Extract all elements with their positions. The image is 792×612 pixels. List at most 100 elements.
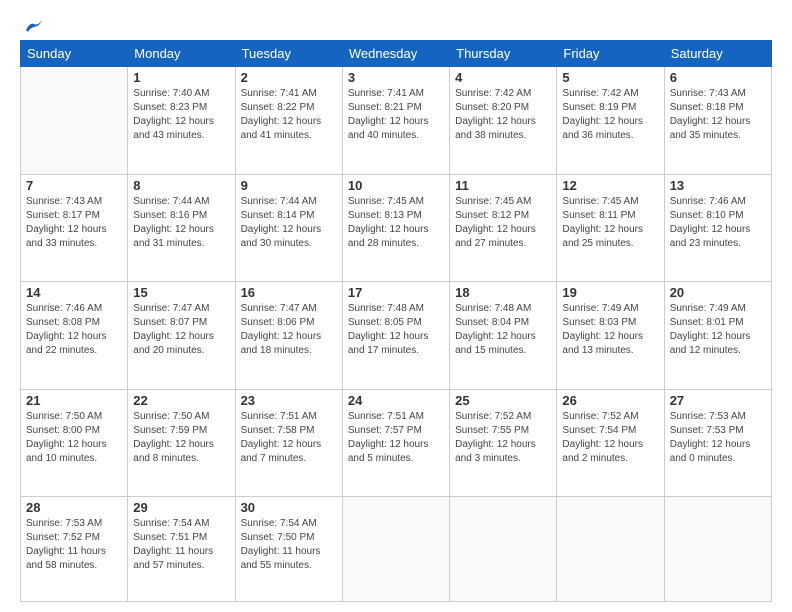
header-row: SundayMondayTuesdayWednesdayThursdayFrid… — [21, 41, 772, 67]
calendar-cell: 8Sunrise: 7:44 AM Sunset: 8:16 PM Daylig… — [128, 174, 235, 282]
col-header-sunday: Sunday — [21, 41, 128, 67]
day-info: Sunrise: 7:49 AM Sunset: 8:01 PM Dayligh… — [670, 302, 766, 358]
calendar-cell — [21, 67, 128, 175]
col-header-friday: Friday — [557, 41, 664, 67]
day-info: Sunrise: 7:48 AM Sunset: 8:05 PM Dayligh… — [348, 302, 444, 358]
day-info: Sunrise: 7:41 AM Sunset: 8:21 PM Dayligh… — [348, 87, 444, 143]
day-number: 2 — [241, 70, 337, 85]
day-number: 17 — [348, 285, 444, 300]
day-info: Sunrise: 7:51 AM Sunset: 7:57 PM Dayligh… — [348, 410, 444, 466]
calendar-cell: 23Sunrise: 7:51 AM Sunset: 7:58 PM Dayli… — [235, 389, 342, 497]
day-number: 16 — [241, 285, 337, 300]
calendar-cell: 21 Sunrise: 7:50 AM Sunset: 8:00 PM Dayli… — [21, 389, 128, 497]
day-info: Sunrise: 7:50 AM Sunset: 7:59 PM Dayligh… — [133, 410, 229, 466]
day-info: Sunrise: 7:52 AM Sunset: 7:55 PM Dayligh… — [455, 410, 551, 466]
calendar-cell: 3 Sunrise: 7:41 AM Sunset: 8:21 PM Daylig… — [342, 67, 449, 175]
week-row-4: 21 Sunrise: 7:50 AM Sunset: 8:00 PM Dayli… — [21, 389, 772, 497]
col-header-wednesday: Wednesday — [342, 41, 449, 67]
calendar-cell: 20 Sunrise: 7:49 AM Sunset: 8:01 PM Dayli… — [664, 282, 771, 390]
day-number: 10 — [348, 178, 444, 193]
day-info: Sunrise: 7:45 AM Sunset: 8:13 PM Dayligh… — [348, 195, 444, 251]
calendar-cell — [664, 497, 771, 602]
day-info: Sunrise: 7:51 AM Sunset: 7:58 PM Dayligh… — [241, 410, 337, 466]
calendar-cell — [557, 497, 664, 602]
col-header-saturday: Saturday — [664, 41, 771, 67]
day-number: 11 — [455, 178, 551, 193]
day-number: 24 — [348, 393, 444, 408]
calendar-cell — [450, 497, 557, 602]
week-row-3: 14 Sunrise: 7:46 AM Sunset: 8:08 PM Dayli… — [21, 282, 772, 390]
calendar-cell: 19 Sunrise: 7:49 AM Sunset: 8:03 PM Dayli… — [557, 282, 664, 390]
calendar-cell: 1 Sunrise: 7:40 AM Sunset: 8:23 PM Daylig… — [128, 67, 235, 175]
day-number: 20 — [670, 285, 766, 300]
calendar-cell: 30Sunrise: 7:54 AM Sunset: 7:50 PM Dayli… — [235, 497, 342, 602]
calendar-cell: 5 Sunrise: 7:42 AM Sunset: 8:19 PM Daylig… — [557, 67, 664, 175]
calendar-cell: 28Sunrise: 7:53 AM Sunset: 7:52 PM Dayli… — [21, 497, 128, 602]
day-info: Sunrise: 7:49 AM Sunset: 8:03 PM Dayligh… — [562, 302, 658, 358]
day-info: Sunrise: 7:54 AM Sunset: 7:51 PM Dayligh… — [133, 517, 229, 573]
day-number: 13 — [670, 178, 766, 193]
calendar-cell: 14 Sunrise: 7:46 AM Sunset: 8:08 PM Dayli… — [21, 282, 128, 390]
calendar-cell: 25Sunrise: 7:52 AM Sunset: 7:55 PM Dayli… — [450, 389, 557, 497]
day-number: 6 — [670, 70, 766, 85]
week-row-5: 28Sunrise: 7:53 AM Sunset: 7:52 PM Dayli… — [21, 497, 772, 602]
calendar-cell — [342, 497, 449, 602]
day-info: Sunrise: 7:46 AM Sunset: 8:10 PM Dayligh… — [670, 195, 766, 251]
calendar-cell: 18 Sunrise: 7:48 AM Sunset: 8:04 PM Dayli… — [450, 282, 557, 390]
day-info: Sunrise: 7:45 AM Sunset: 8:12 PM Dayligh… — [455, 195, 551, 251]
day-info: Sunrise: 7:42 AM Sunset: 8:20 PM Dayligh… — [455, 87, 551, 143]
col-header-thursday: Thursday — [450, 41, 557, 67]
logo — [20, 18, 44, 30]
calendar-cell: 13 Sunrise: 7:46 AM Sunset: 8:10 PM Dayli… — [664, 174, 771, 282]
logo-bird-icon — [24, 18, 44, 34]
col-header-tuesday: Tuesday — [235, 41, 342, 67]
calendar-cell: 24 Sunrise: 7:51 AM Sunset: 7:57 PM Dayli… — [342, 389, 449, 497]
week-row-1: 1 Sunrise: 7:40 AM Sunset: 8:23 PM Daylig… — [21, 67, 772, 175]
page: SundayMondayTuesdayWednesdayThursdayFrid… — [0, 0, 792, 612]
calendar-cell: 17 Sunrise: 7:48 AM Sunset: 8:05 PM Dayli… — [342, 282, 449, 390]
day-number: 18 — [455, 285, 551, 300]
day-number: 15 — [133, 285, 229, 300]
day-number: 21 — [26, 393, 122, 408]
calendar-cell: 29 Sunrise: 7:54 AM Sunset: 7:51 PM Dayli… — [128, 497, 235, 602]
day-number: 14 — [26, 285, 122, 300]
day-info: Sunrise: 7:45 AM Sunset: 8:11 PM Dayligh… — [562, 195, 658, 251]
calendar-cell: 16 Sunrise: 7:47 AM Sunset: 8:06 PM Dayli… — [235, 282, 342, 390]
day-number: 29 — [133, 500, 229, 515]
day-info: Sunrise: 7:47 AM Sunset: 8:06 PM Dayligh… — [241, 302, 337, 358]
calendar-cell: 4 Sunrise: 7:42 AM Sunset: 8:20 PM Daylig… — [450, 67, 557, 175]
calendar-cell: 11 Sunrise: 7:45 AM Sunset: 8:12 PM Dayli… — [450, 174, 557, 282]
day-info: Sunrise: 7:53 AM Sunset: 7:53 PM Dayligh… — [670, 410, 766, 466]
calendar-cell: 7Sunrise: 7:43 AM Sunset: 8:17 PM Daylig… — [21, 174, 128, 282]
day-info: Sunrise: 7:44 AM Sunset: 8:14 PM Dayligh… — [241, 195, 337, 251]
calendar-cell: 22Sunrise: 7:50 AM Sunset: 7:59 PM Dayli… — [128, 389, 235, 497]
day-number: 30 — [241, 500, 337, 515]
day-info: Sunrise: 7:46 AM Sunset: 8:08 PM Dayligh… — [26, 302, 122, 358]
calendar-table: SundayMondayTuesdayWednesdayThursdayFrid… — [20, 40, 772, 602]
calendar-cell: 9Sunrise: 7:44 AM Sunset: 8:14 PM Daylig… — [235, 174, 342, 282]
day-info: Sunrise: 7:41 AM Sunset: 8:22 PM Dayligh… — [241, 87, 337, 143]
day-number: 5 — [562, 70, 658, 85]
day-number: 12 — [562, 178, 658, 193]
day-number: 3 — [348, 70, 444, 85]
calendar-cell: 27 Sunrise: 7:53 AM Sunset: 7:53 PM Dayli… — [664, 389, 771, 497]
day-number: 1 — [133, 70, 229, 85]
day-info: Sunrise: 7:53 AM Sunset: 7:52 PM Dayligh… — [26, 517, 122, 573]
calendar-cell: 10 Sunrise: 7:45 AM Sunset: 8:13 PM Dayli… — [342, 174, 449, 282]
day-number: 8 — [133, 178, 229, 193]
week-row-2: 7Sunrise: 7:43 AM Sunset: 8:17 PM Daylig… — [21, 174, 772, 282]
col-header-monday: Monday — [128, 41, 235, 67]
day-number: 19 — [562, 285, 658, 300]
day-info: Sunrise: 7:52 AM Sunset: 7:54 PM Dayligh… — [562, 410, 658, 466]
day-info: Sunrise: 7:40 AM Sunset: 8:23 PM Dayligh… — [133, 87, 229, 143]
calendar-cell: 15 Sunrise: 7:47 AM Sunset: 8:07 PM Dayli… — [128, 282, 235, 390]
day-number: 27 — [670, 393, 766, 408]
day-number: 4 — [455, 70, 551, 85]
day-info: Sunrise: 7:42 AM Sunset: 8:19 PM Dayligh… — [562, 87, 658, 143]
day-number: 7 — [26, 178, 122, 193]
header — [20, 18, 772, 30]
day-info: Sunrise: 7:47 AM Sunset: 8:07 PM Dayligh… — [133, 302, 229, 358]
calendar-cell: 6Sunrise: 7:43 AM Sunset: 8:18 PM Daylig… — [664, 67, 771, 175]
day-info: Sunrise: 7:50 AM Sunset: 8:00 PM Dayligh… — [26, 410, 122, 466]
day-info: Sunrise: 7:48 AM Sunset: 8:04 PM Dayligh… — [455, 302, 551, 358]
